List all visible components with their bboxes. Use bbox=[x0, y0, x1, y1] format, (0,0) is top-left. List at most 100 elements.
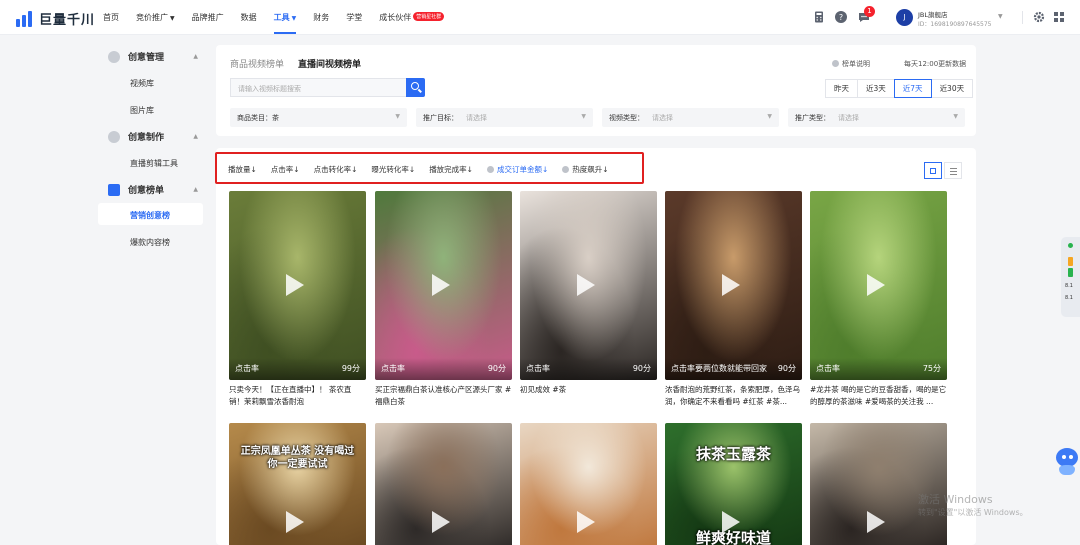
select-label: 推广目标： bbox=[423, 114, 458, 122]
play-icon[interactable] bbox=[432, 511, 450, 533]
bulb-icon bbox=[108, 130, 120, 143]
help-icon[interactable]: ? bbox=[835, 11, 847, 23]
promotion-goal-select[interactable]: 推广目标： 请选择 ▼ bbox=[416, 108, 593, 127]
play-icon[interactable] bbox=[286, 511, 304, 533]
video-title[interactable]: 只卖今天！【正在直播中】！ 茶农直销！茉莉飘雪浓香耐泡 bbox=[229, 384, 366, 408]
grid-view-button[interactable] bbox=[924, 162, 942, 179]
svg-text:?: ? bbox=[839, 13, 843, 22]
sidebar-item-video-library[interactable]: 视频库 bbox=[130, 78, 154, 89]
video-title[interactable]: #龙井茶 喝的是它的豆香甜香，喝的是它的醇厚的茶滋味 #爱喝茶的关注我 ... bbox=[810, 384, 947, 408]
thumbnail-caption-top: 正宗凤凰单丛茶 没有喝过你一定要试试 bbox=[240, 446, 355, 470]
video-title[interactable]: 初见成效 #茶 bbox=[520, 384, 657, 408]
date-3days-button[interactable]: 近3天 bbox=[857, 79, 895, 98]
assistant-robot-icon[interactable] bbox=[1054, 444, 1080, 478]
play-icon[interactable] bbox=[577, 511, 595, 533]
update-note: 每天12:00更新数据 bbox=[904, 60, 967, 68]
metric-label: 点击率 bbox=[816, 364, 840, 373]
sidebar-item-hit-content-ranking[interactable]: 爆款内容榜 bbox=[130, 237, 170, 248]
video-thumbnail[interactable] bbox=[375, 423, 512, 545]
play-icon[interactable] bbox=[722, 274, 740, 296]
sidebar-group-creative-production[interactable]: 创意制作 ▲ bbox=[108, 130, 198, 143]
nav-item-finance[interactable]: 财务 bbox=[313, 12, 329, 23]
promotion-type-select[interactable]: 推广类型： 请选择 ▼ bbox=[788, 108, 965, 127]
tab-live-video[interactable]: 直播间视频榜单 bbox=[298, 57, 361, 70]
chevron-up-icon: ▲ bbox=[193, 53, 198, 60]
video-thumbnail[interactable]: 抹茶玉露茶 鲜爽好味道 bbox=[665, 423, 802, 545]
meter-value: 8.1 bbox=[1065, 283, 1073, 289]
divider bbox=[1022, 11, 1023, 24]
search-button[interactable] bbox=[406, 78, 425, 97]
category-select[interactable]: 商品类目：茶 ▼ bbox=[230, 108, 407, 127]
status-dot bbox=[1068, 243, 1073, 248]
sidebar-item-live-clip-tool[interactable]: 直播剪辑工具 bbox=[130, 158, 178, 169]
floating-side-panel[interactable]: 8.1 8.1 bbox=[1061, 237, 1080, 317]
play-icon[interactable] bbox=[867, 274, 885, 296]
nav-item-home[interactable]: 首页 bbox=[103, 12, 119, 23]
metric-score: 99分 bbox=[341, 364, 360, 373]
avatar[interactable]: J bbox=[896, 9, 913, 26]
video-title[interactable]: 买正宗福鼎白茶认准核心产区源头厂家 #福鼎白茶 bbox=[375, 384, 512, 408]
sidebar-item-marketing-ranking[interactable]: 营销创意榜 bbox=[130, 210, 170, 221]
windows-watermark: 激活 Windows bbox=[918, 493, 993, 506]
list-view-button[interactable] bbox=[944, 162, 962, 179]
video-thumbnail[interactable]: 点击率 99分 bbox=[229, 191, 366, 380]
list-view-icon bbox=[950, 168, 957, 169]
play-icon[interactable] bbox=[722, 511, 740, 533]
nav-item-tools[interactable]: 工具 ▼ bbox=[273, 12, 296, 34]
date-30days-button[interactable]: 近30天 bbox=[930, 79, 974, 98]
sidebar-group-label: 创意管理 bbox=[128, 53, 165, 63]
nav-item-data[interactable]: 数据 bbox=[241, 12, 257, 23]
video-title[interactable]: 浓香耐泡的荒野红茶，条索肥厚，色泽乌润，你确定不来看看吗 #红茶 #茶... bbox=[665, 384, 802, 408]
nav-badge: 营销星社群 bbox=[413, 12, 445, 21]
play-icon[interactable] bbox=[577, 274, 595, 296]
video-thumbnail[interactable] bbox=[810, 423, 947, 545]
account-name[interactable]: JBL旗舰店 bbox=[918, 9, 948, 19]
sidebar-group-creative-ranking[interactable]: 创意榜单 ▲ bbox=[108, 183, 198, 196]
calculator-icon[interactable] bbox=[813, 11, 825, 23]
nav-item-partner[interactable]: 成长伙伴 营销星社群 bbox=[379, 12, 445, 23]
view-toggle bbox=[922, 162, 962, 179]
video-thumbnail[interactable]: 正宗凤凰单丛茶 没有喝过你一定要试试 bbox=[229, 423, 366, 545]
select-label: 视频类型： bbox=[609, 114, 644, 122]
ranking-tabs: 商品视频榜单 直播间视频榜单 bbox=[230, 57, 375, 70]
video-thumbnail[interactable]: 点击率 90分 bbox=[520, 191, 657, 380]
video-type-select[interactable]: 视频类型： 请选择 ▼ bbox=[602, 108, 779, 127]
meter-value: 8.1 bbox=[1065, 295, 1073, 301]
video-thumbnail[interactable]: 点击率 75分 bbox=[810, 191, 947, 380]
gear-icon[interactable] bbox=[1033, 11, 1045, 23]
chevron-up-icon: ▲ bbox=[193, 133, 198, 140]
nav-item-academy[interactable]: 学堂 bbox=[346, 12, 362, 23]
sidebar: 创意管理 ▲ 视频库 图片库 创意制作 ▲ 直播剪辑工具 创意榜单 ▲ 营销创意… bbox=[98, 35, 209, 545]
meter-bar bbox=[1068, 268, 1073, 277]
date-yesterday-button[interactable]: 昨天 bbox=[825, 79, 858, 98]
top-nav-menu: 首页 竞价推广 ▼ 品牌推广 数据 工具 ▼ 财务 学堂 成长伙伴 营销星社群 bbox=[103, 0, 461, 35]
play-icon[interactable] bbox=[432, 274, 450, 296]
video-thumbnail[interactable] bbox=[520, 423, 657, 545]
grid-menu-icon[interactable] bbox=[1053, 11, 1065, 23]
play-icon[interactable] bbox=[286, 274, 304, 296]
video-thumbnail[interactable]: 点击率要两位数就能带回家 90分 bbox=[665, 191, 802, 380]
chevron-down-icon[interactable]: ▼ bbox=[998, 13, 1003, 20]
robot-eye bbox=[1069, 455, 1073, 459]
chevron-down-icon: ▼ bbox=[953, 113, 958, 120]
filter-selects: 商品类目：茶 ▼ 推广目标： 请选择 ▼ 视频类型： 请选择 ▼ 推广类型： 请选择 … bbox=[230, 108, 974, 127]
play-icon[interactable] bbox=[867, 511, 885, 533]
nav-item-brand[interactable]: 品牌推广 bbox=[192, 12, 224, 23]
date-range-selector: 昨天 近3天 近7天 近30天 bbox=[825, 79, 974, 98]
brand-logo[interactable]: 巨量千川 bbox=[16, 9, 95, 28]
bulb-icon bbox=[108, 50, 120, 63]
date-7days-button[interactable]: 近7天 bbox=[893, 79, 932, 98]
metric-score: 90分 bbox=[487, 364, 506, 373]
sidebar-group-label: 创意制作 bbox=[128, 133, 165, 143]
search-icon-handle bbox=[418, 88, 422, 93]
sidebar-item-image-library[interactable]: 图片库 bbox=[130, 105, 154, 116]
robot-body bbox=[1059, 465, 1075, 475]
sidebar-group-creative-management[interactable]: 创意管理 ▲ bbox=[108, 50, 198, 63]
chevron-down-icon: ▼ bbox=[581, 113, 586, 120]
video-thumbnail[interactable]: 点击率 90分 bbox=[375, 191, 512, 380]
rule-link[interactable]: 榜单说明 bbox=[832, 59, 870, 69]
search-input[interactable]: 请输入视频标题搜索 bbox=[230, 78, 406, 97]
sidebar-group-label: 创意榜单 bbox=[128, 186, 165, 196]
tab-product-video[interactable]: 商品视频榜单 bbox=[230, 57, 284, 70]
nav-item-bidding[interactable]: 竞价推广 ▼ bbox=[136, 12, 175, 23]
